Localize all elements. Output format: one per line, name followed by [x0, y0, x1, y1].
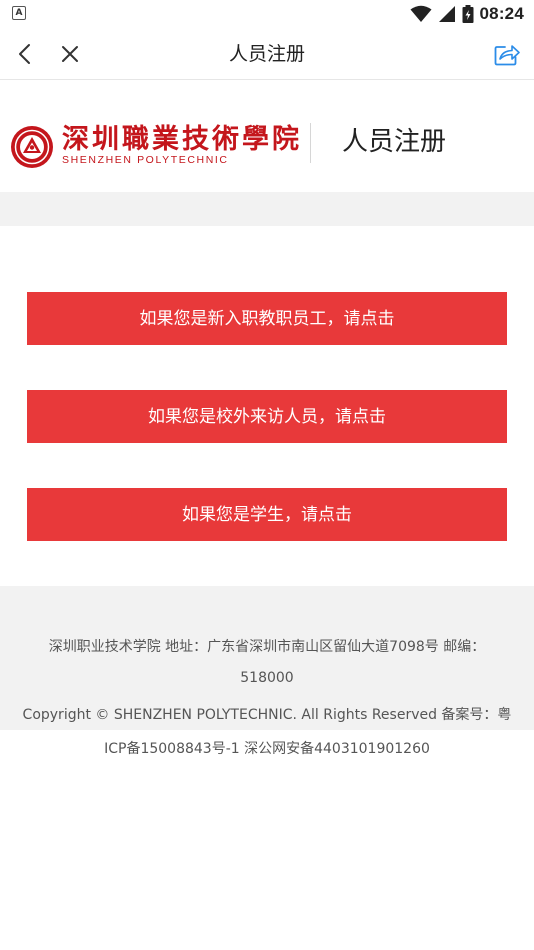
section-separator — [0, 192, 534, 226]
page-header: 深圳職業技術學院 SHENZHEN POLYTECHNIC 人员注册 — [0, 81, 534, 192]
footer-address: 深圳职业技术学院 地址：广东省深圳市南山区留仙大道7098号 邮编： — [48, 639, 486, 655]
close-button[interactable] — [56, 40, 84, 68]
battery-icon — [462, 5, 474, 23]
header-divider — [310, 123, 311, 163]
back-button[interactable] — [10, 40, 38, 68]
status-bar: A 08:24 — [0, 0, 534, 28]
close-icon — [62, 46, 78, 62]
signal-icon — [438, 6, 455, 22]
visitor-register-button[interactable]: 如果您是校外来访人员，请点击 — [27, 390, 507, 443]
new-staff-register-button[interactable]: 如果您是新入职教职员工，请点击 — [27, 292, 507, 345]
footer-postcode: 518000 — [240, 670, 294, 686]
nav-bar: 人员注册 — [0, 28, 534, 80]
status-icons: 08:24 — [410, 4, 524, 24]
school-seal-icon — [11, 126, 53, 168]
wifi-icon — [410, 5, 432, 22]
footer-copyright: Copyright © SHENZHEN POLYTECHNIC. All Ri… — [22, 707, 512, 723]
status-time: 08:24 — [479, 4, 524, 23]
logo-english-name: SHENZHEN POLYTECHNIC — [62, 154, 229, 166]
student-register-button[interactable]: 如果您是学生，请点击 — [27, 488, 507, 541]
notification-app-icon: A — [12, 6, 26, 20]
footer-icp-record: ICP备15008843号-1 深公网安备4403101901260 — [104, 741, 430, 757]
share-button[interactable] — [492, 40, 522, 68]
page-footer: 深圳职业技术学院 地址：广东省深圳市南山区留仙大道7098号 邮编： 51800… — [0, 586, 534, 730]
logo-chinese-name: 深圳職業技術學院 — [62, 124, 302, 155]
back-chevron-icon — [19, 44, 30, 64]
header-title: 人员注册 — [342, 127, 447, 157]
share-icon — [494, 45, 520, 66]
school-logo: 深圳職業技術學院 SHENZHEN POLYTECHNIC — [10, 123, 299, 171]
